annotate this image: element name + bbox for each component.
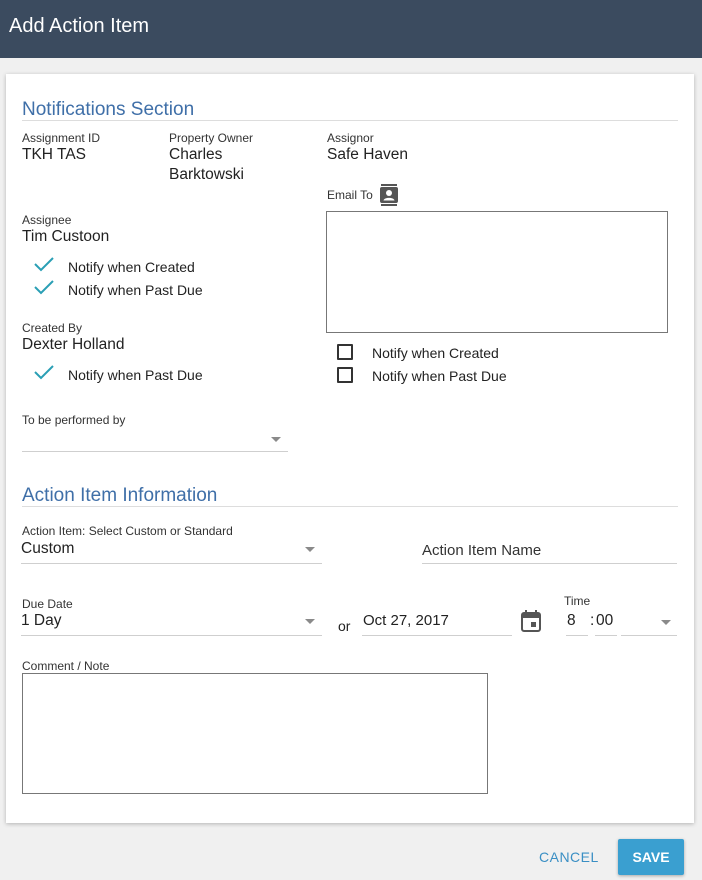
time-minute-value: 00 bbox=[596, 612, 614, 629]
due-date-label: Due Date bbox=[22, 597, 73, 611]
comment-label: Comment / Note bbox=[22, 659, 110, 673]
assignee-notify-past-due-checkbox[interactable] bbox=[32, 277, 56, 297]
section-divider bbox=[22, 506, 678, 507]
checkmark-icon bbox=[34, 280, 54, 295]
comment-textarea[interactable] bbox=[22, 673, 488, 794]
checkmark-icon bbox=[34, 365, 54, 380]
email-notify-created-checkbox[interactable] bbox=[337, 344, 353, 360]
notifications-section-title: Notifications Section bbox=[22, 99, 195, 120]
action-item-type-value: Custom bbox=[21, 540, 75, 557]
created-by-notify-past-due-checkbox[interactable] bbox=[32, 362, 56, 382]
due-date-value: 1 Day bbox=[21, 612, 62, 629]
calendar-icon[interactable] bbox=[521, 610, 541, 632]
time-ampm-select[interactable] bbox=[621, 610, 677, 636]
assignee-notify-past-due-label: Notify when Past Due bbox=[68, 282, 203, 298]
save-button[interactable]: SAVE bbox=[618, 839, 684, 875]
action-item-name-placeholder: Action Item Name bbox=[422, 542, 542, 559]
section-divider bbox=[22, 120, 678, 121]
assignor-value: Safe Haven bbox=[327, 146, 408, 163]
created-by-notify-past-due-label: Notify when Past Due bbox=[68, 367, 203, 383]
property-owner-label: Property Owner bbox=[169, 131, 254, 145]
property-owner-value-line2: Barktowski bbox=[169, 166, 244, 183]
chevron-down-icon bbox=[661, 620, 671, 625]
form-card: Notifications Section Assignment ID TKH … bbox=[6, 74, 694, 823]
assignee-notify-created-label: Notify when Created bbox=[68, 259, 195, 275]
dialog-title: Add Action Item bbox=[9, 15, 150, 37]
checkmark-icon bbox=[34, 257, 54, 272]
assignee-label: Assignee bbox=[22, 213, 72, 227]
email-to-textarea[interactable] bbox=[326, 211, 668, 333]
chevron-down-icon bbox=[305, 619, 315, 624]
performed-by-label: To be performed by bbox=[22, 413, 126, 427]
action-item-section-title: Action Item Information bbox=[22, 485, 218, 506]
time-hour-input[interactable]: 8 bbox=[566, 610, 588, 636]
assignor-label: Assignor bbox=[327, 131, 374, 145]
assignment-id-value: TKH TAS bbox=[22, 146, 87, 163]
or-text: or bbox=[338, 618, 351, 634]
chevron-down-icon bbox=[271, 437, 281, 442]
action-item-type-select[interactable]: Custom bbox=[21, 538, 322, 564]
email-notify-past-due-checkbox[interactable] bbox=[337, 367, 353, 383]
time-label: Time bbox=[564, 594, 591, 608]
time-hour-value: 8 bbox=[567, 612, 576, 629]
assignment-id-label: Assignment ID bbox=[22, 131, 101, 145]
email-to-label: Email To bbox=[327, 188, 373, 202]
assignee-value: Tim Custoon bbox=[22, 228, 110, 245]
performed-by-select[interactable] bbox=[22, 430, 288, 452]
date-value: Oct 27, 2017 bbox=[363, 612, 449, 629]
time-minute-input[interactable]: 00 bbox=[595, 610, 617, 636]
time-separator: : bbox=[590, 612, 595, 629]
dialog-header: Add Action Item bbox=[0, 0, 702, 58]
email-notify-past-due-label: Notify when Past Due bbox=[372, 368, 507, 384]
contact-card-icon[interactable] bbox=[379, 184, 399, 206]
created-by-value: Dexter Holland bbox=[22, 336, 125, 353]
chevron-down-icon bbox=[305, 547, 315, 552]
action-item-name-input[interactable]: Action Item Name bbox=[422, 540, 677, 564]
created-by-label: Created By bbox=[22, 321, 83, 335]
property-owner-value-line1: Charles bbox=[169, 146, 223, 163]
date-input[interactable]: Oct 27, 2017 bbox=[362, 610, 512, 636]
due-date-select[interactable]: 1 Day bbox=[21, 610, 322, 636]
action-item-type-label: Action Item: Select Custom or Standard bbox=[22, 524, 233, 538]
cancel-button[interactable]: CANCEL bbox=[539, 849, 599, 865]
email-notify-created-label: Notify when Created bbox=[372, 345, 499, 361]
assignee-notify-created-checkbox[interactable] bbox=[32, 254, 56, 274]
